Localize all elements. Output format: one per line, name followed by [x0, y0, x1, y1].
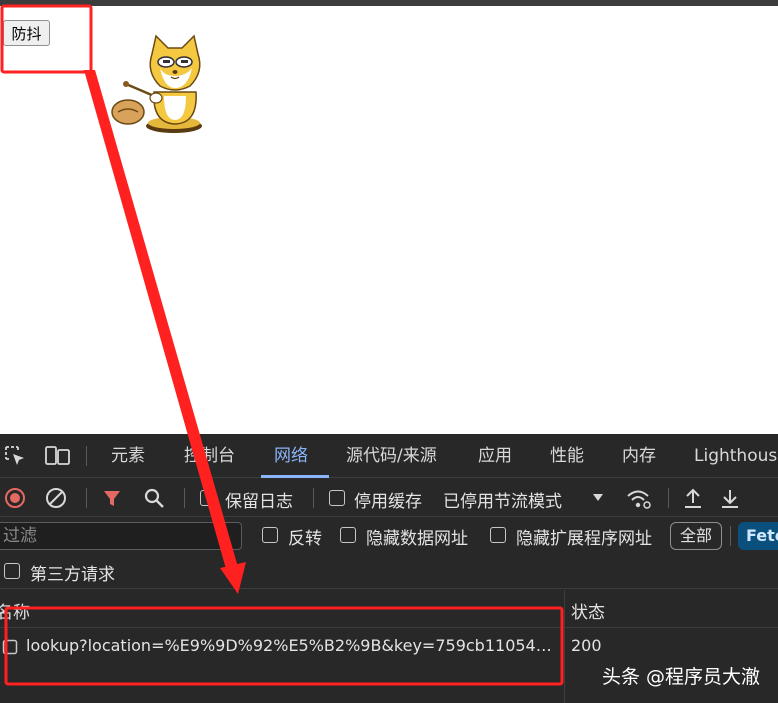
- hide-extension-urls-label: 隐藏扩展程序网址: [516, 529, 652, 549]
- network-toolbar: 保留日志 停用缓存 已停用节流模式: [0, 479, 778, 517]
- tab-application[interactable]: 应用: [478, 434, 512, 478]
- toolbar-separator: [730, 526, 731, 546]
- table-row[interactable]: lookup?location=%E9%9D%92%E5%B2%9B&key=7…: [0, 629, 778, 663]
- filter-input[interactable]: [0, 522, 242, 550]
- active-tab-indicator: [261, 475, 329, 478]
- toolbar-separator: [86, 446, 87, 466]
- throttling-select[interactable]: 已停用节流模式: [443, 487, 562, 512]
- toolbar-separator: [184, 488, 185, 508]
- tab-console[interactable]: 控制台: [184, 434, 235, 478]
- third-party-checkbox[interactable]: [4, 563, 20, 579]
- hide-data-urls-checkbox[interactable]: [340, 527, 356, 543]
- filter-icon[interactable]: [102, 488, 122, 508]
- filter-bar: 反转 隐藏数据网址 隐藏扩展程序网址 全部 Fetc: [0, 517, 778, 555]
- tab-memory[interactable]: 内存: [622, 434, 656, 478]
- invert-label: 反转: [288, 529, 322, 549]
- preserve-log-label: 保留日志: [225, 492, 293, 512]
- toolbar-separator: [86, 488, 87, 508]
- clear-icon[interactable]: [45, 487, 67, 509]
- toolbar-separator: [313, 488, 314, 508]
- third-party-bar: 第三方请求: [0, 555, 778, 589]
- fetch-request-icon: [2, 639, 18, 655]
- column-status-header[interactable]: 状态: [571, 598, 605, 623]
- import-har-icon[interactable]: [683, 487, 703, 509]
- type-filter-all[interactable]: 全部: [670, 522, 722, 550]
- hide-data-urls-label: 隐藏数据网址: [366, 529, 468, 549]
- search-icon[interactable]: [143, 487, 165, 509]
- invert-checkbox[interactable]: [262, 527, 278, 543]
- request-table-header: 名称 状态: [0, 590, 778, 628]
- third-party-label: 第三方请求: [30, 565, 115, 585]
- cat-sticker-image: [111, 34, 202, 133]
- watermark: 头条 @程序员大澈: [601, 666, 760, 688]
- element-picker-icon[interactable]: [4, 445, 26, 467]
- device-toolbar-icon[interactable]: [45, 446, 71, 466]
- tab-sources[interactable]: 源代码/来源: [346, 434, 437, 478]
- toolbar-separator: [668, 488, 669, 508]
- record-icon[interactable]: [4, 487, 26, 509]
- tab-elements[interactable]: 元素: [111, 434, 145, 478]
- column-name-header[interactable]: 名称: [0, 598, 30, 623]
- devtools-tabbar: 元素 控制台 网络 源代码/来源 应用 性能 内存 Lighthouse: [0, 434, 778, 478]
- export-har-icon[interactable]: [720, 487, 740, 509]
- debounce-button[interactable]: 防抖: [3, 20, 50, 46]
- disable-cache-checkbox[interactable]: [329, 490, 345, 506]
- type-filter-fetch[interactable]: Fetc: [738, 522, 778, 550]
- chevron-down-icon[interactable]: [592, 493, 604, 503]
- request-status: 200: [571, 636, 602, 655]
- page-viewport: 防抖: [0, 6, 778, 434]
- tab-network[interactable]: 网络: [274, 434, 308, 478]
- disable-cache-label: 停用缓存: [354, 492, 422, 512]
- request-name[interactable]: lookup?location=%E9%9D%92%E5%B2%9B&key=7…: [26, 636, 556, 655]
- tab-performance[interactable]: 性能: [550, 434, 584, 478]
- preserve-log-checkbox[interactable]: [200, 490, 216, 506]
- tab-lighthouse[interactable]: Lighthouse: [694, 434, 778, 478]
- network-conditions-icon[interactable]: [626, 488, 652, 510]
- hide-extension-urls-checkbox[interactable]: [490, 527, 506, 543]
